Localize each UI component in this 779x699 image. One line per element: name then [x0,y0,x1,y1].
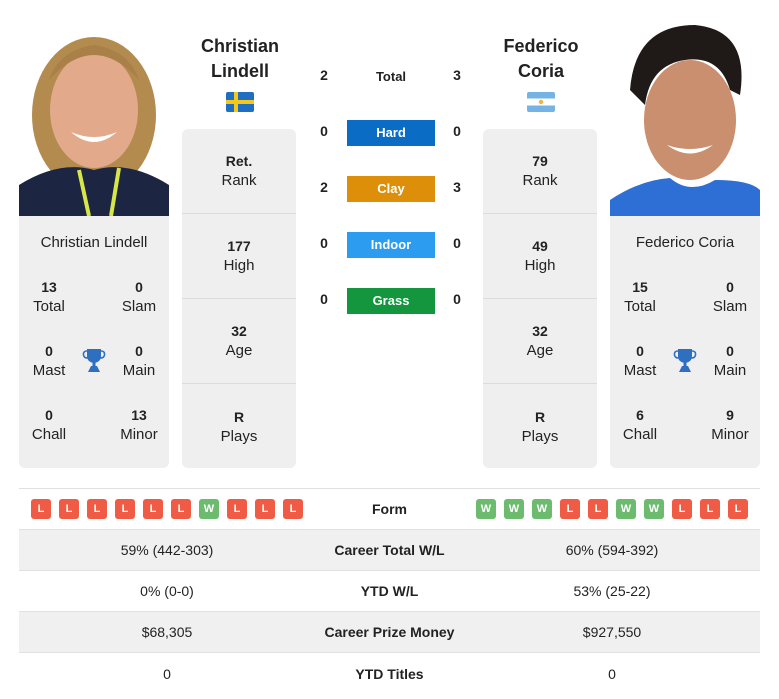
form-loss-badge: L [143,499,163,519]
player1-titles-total: 13 Total [33,279,65,315]
player1-stat-age: 32 Age [182,299,296,384]
player2-stat-high: 49 High [483,214,597,299]
form-loss-badge: L [59,499,79,519]
player1-titles-minor: 13 Minor [120,407,158,443]
player1-titles-slam: 0 Slam [121,279,157,315]
form-loss-badge: L [560,499,580,519]
row-label: Career Prize Money [324,624,455,640]
surface-clay-button[interactable]: Clay [347,176,435,202]
player2-titles-minor: 9 Minor [711,407,749,443]
player2-titles-card: Federico Coria 15 Total 0 Slam 0 Mast 0 Main… [610,216,760,468]
player1-last-name: Lindell [211,61,269,81]
form-loss-badge: L [87,499,107,519]
surface-indoor-button[interactable]: Indoor [347,232,435,258]
player2-stat-plays: R Plays [521,408,559,445]
h2h-grass-p1: 0 [320,291,328,307]
h2h-total-p2: 3 [453,67,461,83]
player1-titles-mast: 0 Mast [32,343,66,379]
h2h-hard-p2: 0 [453,123,461,139]
player2-value: $927,550 [582,624,642,640]
player1-form: LLLLLLWLLL [19,499,315,519]
form-loss-badge: L [700,499,720,519]
h2h-hard-p1: 0 [320,123,328,139]
player2-card-name[interactable]: Federico Coria [610,234,760,251]
form-win-badge: W [532,499,552,519]
player1-stat-high: 177 High [182,214,296,299]
trophy-icon [673,347,697,373]
player1-name[interactable]: Christian Lindell [175,34,305,84]
player1-value: 0% (0-0) [140,583,194,599]
player1-stats: Ret. Rank 177 High 32 Age R Plays [182,129,296,468]
player2-stat-rank: 79 Rank [483,129,597,214]
h2h-indoor-p1: 0 [320,235,328,251]
player2-value: 53% (25-22) [573,583,651,599]
table-row: 0 YTD Titles 0 [19,653,760,694]
player1-value: 0 [163,665,171,682]
form-label: Form [372,501,407,517]
form-loss-badge: L [227,499,247,519]
form-loss-badge: L [31,499,51,519]
form-row: LLLLLLWLLL Form WWWLLWWLLL [19,489,760,530]
player2-photo [610,20,760,216]
player1-card-name[interactable]: Christian Lindell [19,234,169,251]
row-label: Career Total W/L [334,542,445,558]
player2-name[interactable]: Federico Coria [476,34,606,84]
player2-stats: 79 Rank 49 High 32 Age R Plays [483,129,597,468]
h2h-indoor-p2: 0 [453,235,461,251]
player2-stat-age: 32 Age [483,299,597,384]
row-label: YTD W/L [360,583,419,599]
player2-value: 60% (594-392) [565,542,659,558]
h2h-total-label: Total [375,69,407,84]
form-loss-badge: L [588,499,608,519]
player1-titles-card: Christian Lindell 13 Total 0 Slam 0 Mast 0M… [19,216,169,468]
trophy-icon [82,347,106,373]
player2-titles-total: 15 Total [624,279,656,315]
surface-grass-button[interactable]: Grass [347,288,435,314]
player1-first-name: Christian [200,36,279,56]
form-loss-badge: L [672,499,692,519]
h2h-clay-p2: 3 [453,179,461,195]
player1-stat-plays: R Plays [220,408,258,445]
form-win-badge: W [644,499,664,519]
player2-first-name: Federico [503,36,579,56]
player2-value: 0 [608,665,616,682]
player2-titles-chall: 6 Chall [622,407,658,443]
player1-titles-chall: 0 Chall [31,407,67,443]
player1-stat-rank: Ret. Rank [182,129,296,214]
form-win-badge: W [504,499,524,519]
form-loss-badge: L [283,499,303,519]
sweden-flag-icon [226,92,254,112]
player1-photo [19,20,169,216]
player2-form: WWWLLWWLLL [464,499,760,519]
row-label: YTD Titles [355,665,424,682]
form-win-badge: W [476,499,496,519]
form-loss-badge: L [115,499,135,519]
player1-value: 59% (442-303) [120,542,214,558]
table-row: 0% (0-0) YTD W/L 53% (25-22) [19,571,760,612]
table-row: 59% (442-303) Career Total W/L 60% (594-… [19,530,760,571]
h2h-total-p1: 2 [320,67,328,83]
form-win-badge: W [616,499,636,519]
player2-titles-slam: 0 Slam [712,279,748,315]
form-loss-badge: L [171,499,191,519]
form-win-badge: W [199,499,219,519]
form-loss-badge: L [728,499,748,519]
form-loss-badge: L [255,499,275,519]
player1-titles-main: 0 Main [122,343,156,379]
h2h-clay-p1: 2 [320,179,328,195]
player2-last-name: Coria [517,61,564,81]
player2-titles-main: 0 Main [713,343,747,379]
player1-value: $68,305 [141,624,193,640]
surface-hard-button[interactable]: Hard [347,120,435,146]
argentina-flag-icon [527,92,555,112]
h2h-grass-p2: 0 [453,291,461,307]
comparison-table: LLLLLLWLLL Form WWWLLWWLLL 59% (442-303)… [19,488,760,694]
table-row: $68,305 Career Prize Money $927,550 [19,612,760,653]
player2-titles-mast: 0 Mast [623,343,657,379]
